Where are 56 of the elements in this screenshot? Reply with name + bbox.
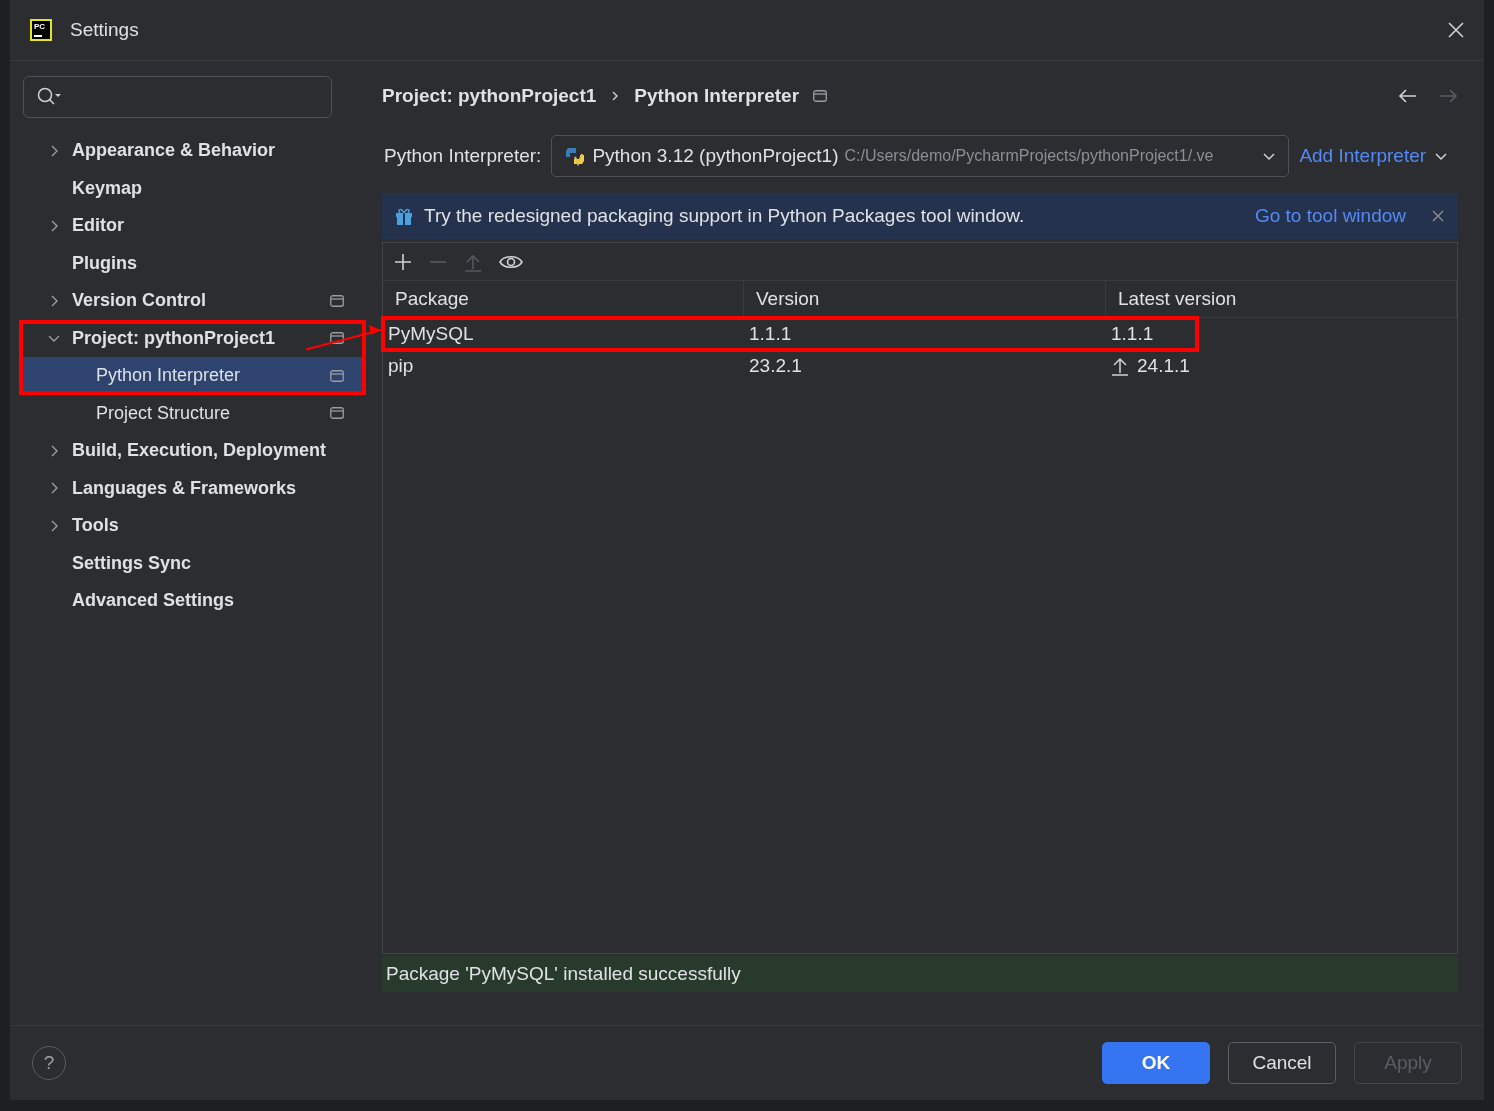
item-label: Project Structure (95, 401, 231, 425)
column-header[interactable]: Package (383, 281, 744, 317)
sidebar-item[interactable]: Languages & Frameworks (23, 469, 360, 507)
sidebar-item[interactable]: Appearance & Behavior (23, 132, 360, 170)
column-header[interactable]: Latest version (1106, 281, 1457, 317)
sidebar-item[interactable]: Version Control (23, 282, 360, 320)
item-label: Python Interpreter (95, 364, 241, 388)
upgrade-icon (1111, 356, 1129, 376)
gift-icon (394, 206, 414, 226)
sidebar-item[interactable]: Advanced Settings (23, 582, 360, 620)
item-label: Project: pythonProject1 (72, 326, 276, 350)
item-label: Plugins (72, 251, 137, 275)
status-message: Package 'PyMySQL' installed successfully (382, 956, 1458, 992)
table-cell-text: 1.1.1 (1110, 321, 1155, 346)
breadcrumb-item[interactable]: Project: pythonProject1 (382, 81, 597, 111)
back-arrow-icon[interactable] (1398, 88, 1418, 104)
dialog-button[interactable]: Cancel (1228, 1042, 1336, 1084)
interpreter-dropdown[interactable]: Python 3.12 (pythonProject1) C:/Users/demo/PycharmProjects/pythonProject1/.ve (551, 135, 1290, 177)
sidebar-item[interactable]: Keymap (23, 169, 360, 207)
search-field[interactable] (23, 76, 332, 118)
item-label: Advanced Settings (72, 589, 235, 613)
app-logo: PC (30, 19, 52, 41)
item-label: Version Control (72, 289, 206, 313)
table-cell-text: pip (387, 353, 415, 378)
item-label: Tools (72, 514, 119, 538)
sidebar-item[interactable]: Python Interpreter (19, 357, 366, 395)
item-label: Appearance & Behavior (72, 139, 276, 163)
close-icon[interactable] (1448, 22, 1464, 38)
window-title: Settings (70, 17, 139, 42)
sidebar-item[interactable]: Project: pythonProject1 (19, 319, 366, 357)
item-label: Settings Sync (72, 551, 192, 575)
close-banner-button[interactable] (1432, 210, 1444, 222)
remove-icon (429, 260, 447, 263)
table-cell-text: 23.2.1 (748, 353, 803, 378)
breadcrumb-item[interactable]: Python Interpreter (634, 81, 800, 111)
sidebar-item[interactable]: Plugins (23, 244, 360, 282)
sidebar-item[interactable]: Build, Execution, Deployment (23, 432, 360, 470)
sidebar-item[interactable]: Settings Sync (23, 544, 360, 582)
add-interpreter-button[interactable]: Add Interpreter (1299, 141, 1449, 171)
item-label: Build, Execution, Deployment (72, 439, 327, 463)
item-label: Editor (72, 214, 124, 238)
python-icon (564, 145, 587, 167)
add-icon (393, 251, 413, 272)
item-label: Keymap (72, 176, 143, 200)
field-label: Python Interpreter: (384, 143, 542, 168)
sidebar-item[interactable]: Editor (23, 207, 360, 245)
column-header[interactable]: Version (744, 281, 1106, 317)
table-cell: 24.1.1 (1106, 350, 1457, 382)
tool-window-link[interactable]: Go to tool window (1254, 201, 1406, 231)
sidebar-item[interactable]: Tools (23, 507, 360, 545)
item-label: Languages & Frameworks (72, 476, 297, 500)
table-cell-text: 1.1.1 (748, 321, 793, 346)
banner-text: Try the redesigned packaging support in Python Packages tool window. (424, 203, 1025, 228)
table-cell-text: PyMySQL (387, 321, 475, 346)
sidebar-item[interactable]: Project Structure (23, 394, 360, 432)
dialog-button[interactable]: OK (1102, 1042, 1210, 1084)
